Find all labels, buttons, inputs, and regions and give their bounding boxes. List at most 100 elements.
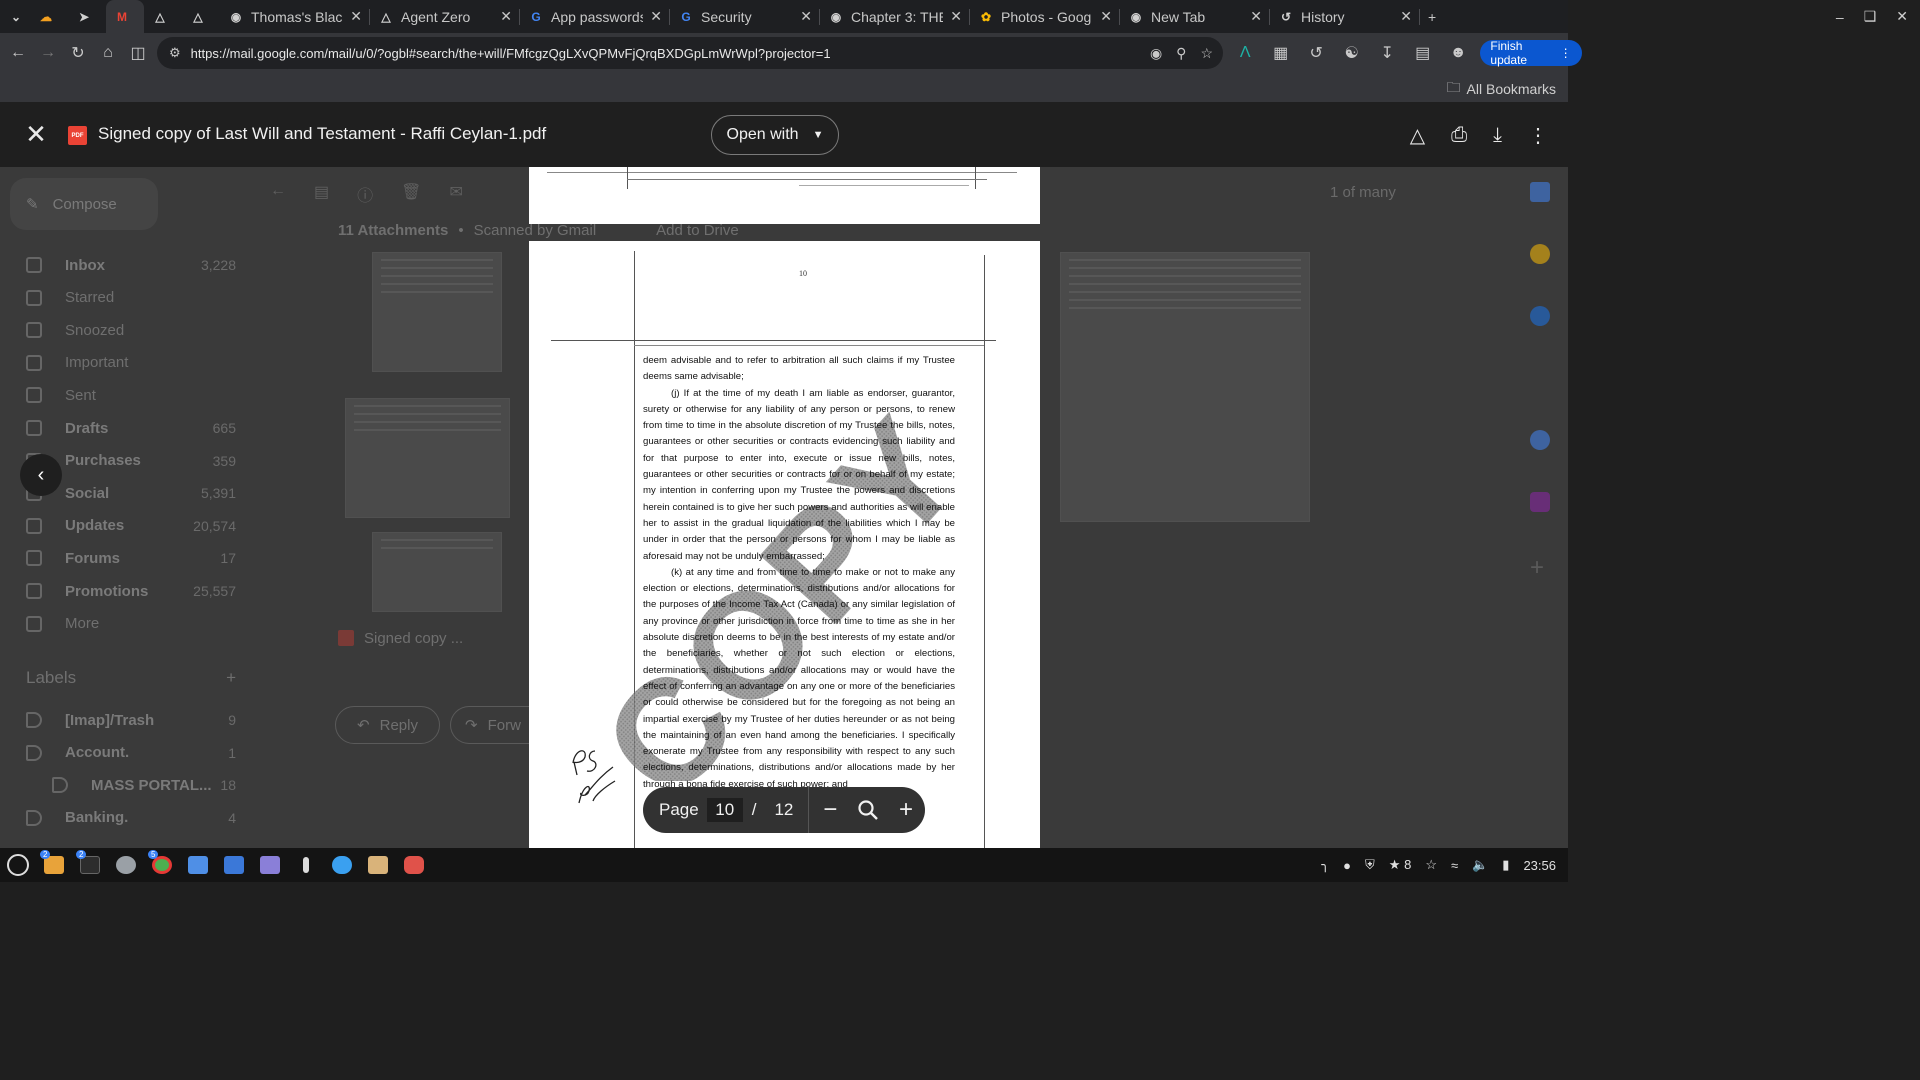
tab-agent-zero[interactable]: △ Agent Zero ✕ (370, 0, 520, 33)
page-number-input[interactable] (706, 798, 743, 822)
zoom-in-icon[interactable]: + (887, 790, 925, 830)
tracking-icon[interactable]: ◉ (1150, 45, 1162, 62)
cloud-app-icon[interactable] (324, 848, 360, 882)
close-tab-icon[interactable]: ✕ (350, 8, 362, 25)
bookmark-star-icon[interactable]: ☆ (1200, 45, 1213, 62)
attachment-thumbnail[interactable] (372, 532, 502, 612)
close-viewer-icon[interactable]: ✕ (22, 120, 50, 148)
extensions-icon[interactable]: ▦ (1267, 38, 1293, 68)
label-item[interactable]: [Imap]/Trash 9 (26, 705, 236, 735)
star-icon[interactable]: ☆ (1425, 857, 1437, 873)
tab-chapter-3-the[interactable]: ◉ Chapter 3: THE ✕ (820, 0, 970, 33)
attachment-thumbnail[interactable] (345, 398, 510, 518)
add-to-drive-link[interactable]: Add to Drive (656, 222, 739, 239)
archive-app-icon[interactable] (360, 848, 396, 882)
archive-icon[interactable]: ▤ (314, 182, 329, 204)
close-tab-icon[interactable]: ✕ (800, 8, 812, 25)
wifi-icon[interactable]: ≈ (1451, 858, 1458, 873)
addon-icon[interactable] (1530, 492, 1550, 512)
mail-icon[interactable]: ✉ (449, 182, 462, 204)
shield-icon[interactable]: ⛨ (1365, 857, 1375, 873)
history-icon[interactable]: ↺ (1303, 38, 1329, 68)
files-icon[interactable]: 2 (36, 848, 72, 882)
back-arrow-icon[interactable]: ← (270, 182, 286, 204)
profile-avatar[interactable]: ☻ (1445, 38, 1471, 68)
home-icon[interactable]: ⌂ (93, 38, 123, 68)
calendar-icon[interactable] (1530, 182, 1550, 202)
tab-pinned[interactable]: △ (144, 0, 182, 33)
chevron-left-icon[interactable]: ‹ (20, 454, 62, 496)
forward-button[interactable]: ↷ Forw (450, 706, 530, 744)
tab-pinned[interactable]: △ (182, 0, 220, 33)
nav-item-promotions[interactable]: Promotions 25,557 (26, 576, 236, 606)
spam-icon[interactable]: ⓘ (357, 182, 373, 205)
contacts-icon[interactable] (1530, 430, 1550, 450)
reload-icon[interactable]: ↻ (63, 38, 93, 68)
zoom-icon[interactable]: ⚲ (1176, 45, 1186, 62)
close-tab-icon[interactable]: ✕ (1100, 8, 1112, 25)
add-to-drive-icon[interactable]: △ (1410, 123, 1425, 148)
battery-icon[interactable]: ▮ (1502, 857, 1509, 873)
nav-item-updates[interactable]: Updates 20,574 (26, 511, 236, 541)
tab-search-icon[interactable]: ▤ (1409, 38, 1435, 68)
side-panel-icon[interactable]: ◫ (123, 38, 153, 68)
camera-icon[interactable] (180, 848, 216, 882)
nav-item-important[interactable]: Important (26, 348, 236, 378)
label-item[interactable]: Banking. 4 (26, 803, 236, 833)
microphone-icon[interactable] (288, 848, 324, 882)
download-icon[interactable]: ↧ (1374, 38, 1400, 68)
label-item[interactable]: Account. 1 (26, 738, 236, 768)
label-item[interactable]: MASS PORTAL... 18 (52, 770, 236, 800)
reply-button[interactable]: ↶ Reply (335, 706, 440, 744)
download-icon[interactable]: ⤓ (1493, 124, 1502, 147)
notes-icon[interactable] (252, 848, 288, 882)
extension-a-icon[interactable]: Λ (1232, 38, 1258, 68)
tab-app-passwords[interactable]: G App passwords ✕ (520, 0, 670, 33)
mic-tray-icon[interactable]: ● (1343, 858, 1351, 873)
attachment-chip[interactable]: Signed copy ... (338, 622, 523, 654)
zoom-out-icon[interactable]: − (811, 790, 849, 830)
notification-count[interactable]: ★ 8 (1389, 857, 1412, 873)
delete-icon[interactable]: 🗑 (401, 182, 421, 204)
nav-item-snoozed[interactable]: Snoozed (26, 315, 236, 345)
spotify-icon[interactable] (108, 848, 144, 882)
tasks-icon[interactable] (1530, 306, 1550, 326)
attachment-thumbnail[interactable] (1060, 252, 1310, 522)
add-addon-icon[interactable]: + (1530, 554, 1562, 582)
restore-icon[interactable]: ❑ (1864, 8, 1877, 25)
add-label-icon[interactable]: + (226, 668, 236, 688)
attachment-thumbnail[interactable] (372, 252, 502, 372)
new-tab-button[interactable]: + (1420, 0, 1452, 33)
nav-item-inbox[interactable]: Inbox 3,228 (26, 250, 236, 280)
nav-item-more[interactable]: More (26, 609, 236, 639)
nav-item-starred[interactable]: Starred (26, 283, 236, 313)
all-bookmarks-button[interactable]: 🗀 All Bookmarks (1447, 77, 1556, 101)
back-icon[interactable]: ← (3, 38, 33, 68)
incognito-icon[interactable]: ☯ (1338, 38, 1364, 68)
tab-pinned[interactable]: ➤ (68, 0, 106, 33)
address-bar[interactable]: ⚙ https://mail.google.com/mail/u/0/?ogbl… (157, 37, 1223, 69)
tab-new-tab[interactable]: ◉ New Tab ✕ (1120, 0, 1270, 33)
minimize-icon[interactable]: – (1836, 9, 1844, 25)
tab-photos-goog[interactable]: ✿ Photos - Goog ✕ (970, 0, 1120, 33)
print-icon[interactable]: ⎙ (1451, 124, 1467, 147)
tab-pinned[interactable]: ☁ (30, 0, 68, 33)
finish-update-button[interactable]: Finish update ⋮ (1480, 39, 1582, 67)
pdf-page[interactable]: 10 COPY deem advisable and to refer to a… (529, 241, 1040, 848)
open-with-button[interactable]: Open with ▼ (711, 115, 839, 155)
close-tab-icon[interactable]: ✕ (1250, 8, 1262, 25)
volume-icon[interactable]: 🔈 (1472, 857, 1488, 873)
close-tab-icon[interactable]: ✕ (1400, 8, 1412, 25)
more-options-icon[interactable]: ⋮ (1528, 123, 1548, 148)
close-tab-icon[interactable]: ✕ (650, 8, 662, 25)
close-window-icon[interactable]: ✕ (1896, 8, 1908, 25)
tab-security[interactable]: G Security ✕ (670, 0, 820, 33)
keep-icon[interactable] (1530, 244, 1550, 264)
text-editor-icon[interactable] (216, 848, 252, 882)
launcher-icon[interactable] (0, 848, 36, 882)
tab-pinned[interactable]: M (106, 0, 144, 33)
close-tab-icon[interactable]: ✕ (950, 8, 962, 25)
forward-icon[interactable]: → (33, 38, 63, 68)
glasses-app-icon[interactable] (396, 848, 432, 882)
tab-pinned[interactable]: ⌄ (0, 0, 30, 33)
